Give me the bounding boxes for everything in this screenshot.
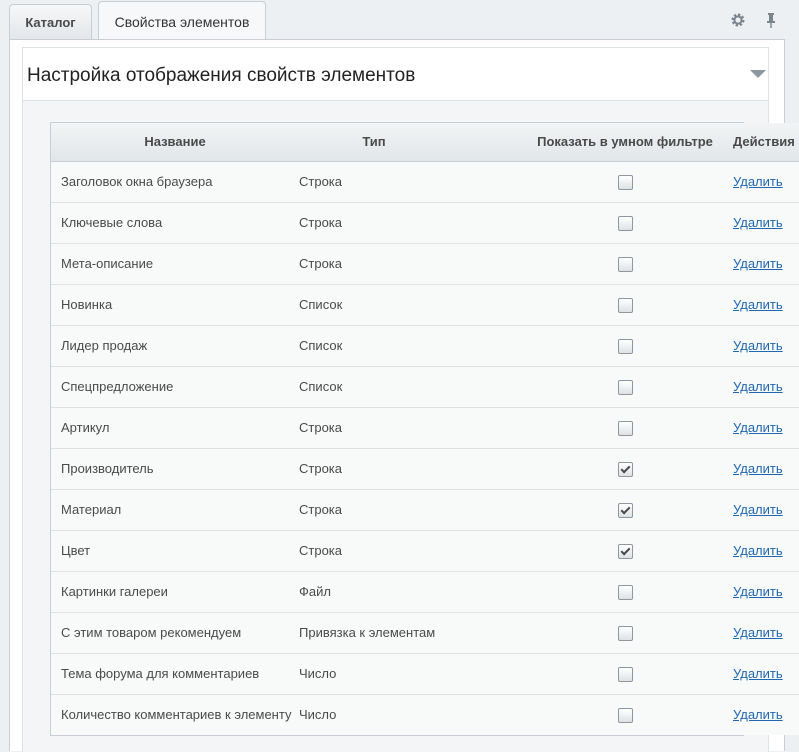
property-type: Строка — [299, 174, 343, 189]
smart-filter-checkbox[interactable] — [617, 338, 633, 354]
section-title: Настройка отображения свойств элементов — [27, 65, 416, 86]
table-row: Картинки галереи Файл Удалить — [51, 570, 799, 612]
delete-link[interactable]: Удалить — [733, 584, 783, 599]
table-row: Ключевые слова Строка Удалить — [51, 201, 799, 243]
smart-filter-checkbox[interactable] — [617, 543, 633, 559]
table-row: Спецпредложение Список Удалить — [51, 365, 799, 407]
table-row: Количество комментариев к элементу Число… — [51, 693, 799, 735]
delete-link[interactable]: Удалить — [733, 502, 783, 517]
smart-filter-checkbox[interactable] — [617, 502, 633, 518]
property-type: Список — [299, 324, 529, 366]
smart-filter-checkbox[interactable] — [617, 666, 633, 682]
delete-link[interactable]: Удалить — [733, 379, 783, 394]
delete-link[interactable]: Удалить — [733, 625, 783, 640]
column-header-actions: Действия — [721, 123, 799, 162]
property-type: Строка — [299, 447, 529, 489]
table-row: Лидер продаж Список Удалить — [51, 324, 799, 366]
property-name: Артикул — [51, 406, 299, 448]
chevron-down-icon[interactable] — [750, 70, 766, 78]
smart-filter-checkbox[interactable] — [617, 420, 633, 436]
smart-filter-checkbox[interactable] — [617, 461, 633, 477]
property-type: Строка — [299, 488, 529, 530]
table-row: Артикул Строка Удалить — [51, 406, 799, 448]
property-type: Файл — [299, 570, 529, 612]
tab-element-properties[interactable]: Свойства элементов — [98, 1, 266, 40]
delete-link[interactable]: Удалить — [733, 297, 783, 312]
delete-link[interactable]: Удалить — [733, 707, 783, 722]
gear-icon[interactable] — [730, 12, 746, 28]
section-header: Настройка отображения свойств элементов — [23, 48, 768, 101]
table-row: Производитель Строка Удалить — [51, 447, 799, 489]
table-row: Цвет Строка Удалить — [51, 529, 799, 571]
property-name: Лидер продаж — [51, 324, 299, 366]
property-name: Мета-описание — [51, 242, 299, 284]
table-row: Заголовок окна браузера Строка Удалить — [51, 161, 799, 202]
table-row: С этим товаром рекомендуем Привязка к эл… — [51, 611, 799, 653]
property-name: Спецпредложение — [51, 365, 299, 407]
delete-link[interactable]: Удалить — [733, 543, 783, 558]
delete-link[interactable]: Удалить — [733, 338, 783, 353]
delete-link[interactable]: Удалить — [733, 420, 783, 435]
table-header-row: Название Тип Показать в умном фильтре Де… — [51, 123, 799, 162]
property-type: Привязка к элементам — [299, 611, 529, 653]
property-name: Производитель — [51, 447, 299, 489]
smart-filter-checkbox[interactable] — [617, 256, 633, 272]
column-header-name: Название — [51, 123, 299, 162]
smart-filter-checkbox[interactable] — [617, 297, 633, 313]
properties-table: Название Тип Показать в умном фильтре Де… — [50, 122, 799, 736]
delete-link[interactable]: Удалить — [733, 666, 783, 681]
smart-filter-checkbox[interactable] — [617, 215, 633, 231]
property-name: Материал — [51, 488, 299, 530]
settings-section: Настройка отображения свойств элементов … — [22, 47, 799, 752]
property-name: С этим товаром рекомендуем — [51, 611, 299, 653]
smart-filter-checkbox[interactable] — [617, 379, 633, 395]
smart-filter-checkbox[interactable] — [617, 707, 633, 723]
pin-icon[interactable] — [763, 12, 779, 28]
smart-filter-checkbox[interactable] — [617, 625, 633, 641]
property-name: Ключевые слова — [51, 201, 299, 243]
property-type: Число — [299, 652, 529, 694]
tab-bar: Каталог Свойства элементов — [0, 0, 799, 40]
table-row: Тема форума для комментариев Число Удали… — [51, 652, 799, 694]
property-name: Новинка — [51, 283, 299, 325]
property-type: Строка — [299, 406, 529, 448]
table-row: Материал Строка Удалить — [51, 488, 799, 530]
property-name: Цвет — [51, 529, 299, 571]
tab-catalog[interactable]: Каталог — [9, 4, 92, 39]
column-header-smart-filter: Показать в умном фильтре — [529, 123, 721, 162]
property-type: Строка — [299, 201, 529, 243]
delete-link[interactable]: Удалить — [733, 256, 783, 271]
property-type: Список — [299, 365, 529, 407]
property-name: Количество комментариев к элементу — [51, 693, 299, 735]
smart-filter-checkbox[interactable] — [617, 584, 633, 600]
table-row: Мета-описание Строка Удалить — [51, 242, 799, 284]
property-type: Строка — [299, 242, 529, 284]
property-type: Число — [299, 693, 529, 735]
smart-filter-checkbox[interactable] — [617, 174, 633, 190]
property-type: Строка — [299, 529, 529, 571]
delete-link[interactable]: Удалить — [733, 174, 783, 189]
property-name: Картинки галереи — [51, 570, 299, 612]
delete-link[interactable]: Удалить — [733, 215, 783, 230]
column-header-type: Тип — [299, 123, 529, 162]
property-name: Тема форума для комментариев — [51, 652, 299, 694]
table-row: Новинка Список Удалить — [51, 283, 799, 325]
property-name: Заголовок окна браузера — [61, 174, 213, 189]
property-type: Список — [299, 283, 529, 325]
content-panel: Настройка отображения свойств элементов … — [9, 39, 799, 752]
delete-link[interactable]: Удалить — [733, 461, 783, 476]
